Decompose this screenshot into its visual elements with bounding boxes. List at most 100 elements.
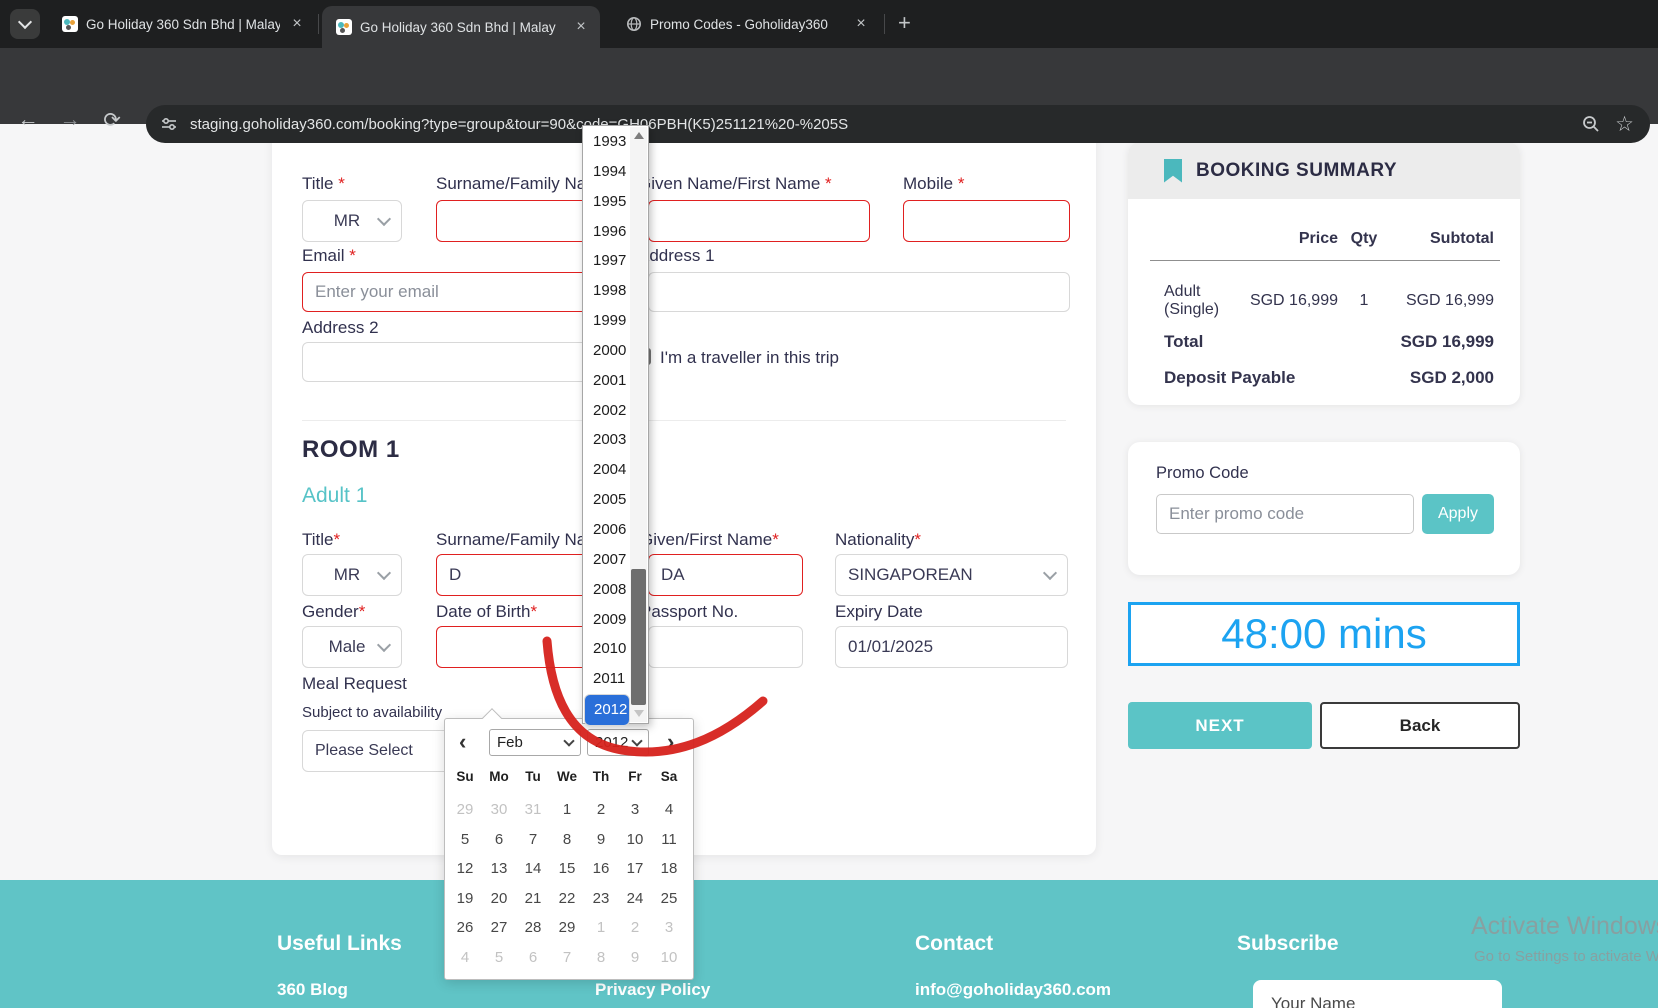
room-passport-input[interactable] <box>648 626 803 668</box>
calendar-day[interactable]: 11 <box>652 825 686 855</box>
calendar-day[interactable]: 9 <box>584 825 618 855</box>
next-button[interactable]: NEXT <box>1128 702 1312 749</box>
room-nationality-select[interactable]: SINGAPOREAN <box>835 554 1068 596</box>
year-option-2000[interactable]: 2000 <box>584 336 630 366</box>
calendar-day[interactable]: 26 <box>448 913 482 943</box>
close-icon[interactable]: × <box>852 15 870 33</box>
calendar-day[interactable]: 4 <box>652 795 686 825</box>
calendar-prev-icon[interactable]: ‹ <box>459 729 466 755</box>
calendar-day[interactable]: 17 <box>618 854 652 884</box>
year-option-2001[interactable]: 2001 <box>584 366 630 396</box>
calendar-day[interactable]: 9 <box>618 943 652 973</box>
close-icon[interactable]: × <box>572 18 590 36</box>
calendar-day[interactable]: 1 <box>584 913 618 943</box>
year-option-2005[interactable]: 2005 <box>584 485 630 515</box>
back-button[interactable]: Back <box>1320 702 1520 749</box>
year-option-1993[interactable]: 1993 <box>584 127 630 157</box>
calendar-day[interactable]: 15 <box>550 854 584 884</box>
calendar-day[interactable]: 13 <box>482 854 516 884</box>
year-option-2012[interactable]: 2012 <box>584 694 630 726</box>
contact-email-input[interactable] <box>302 272 628 312</box>
calendar-day[interactable]: 22 <box>550 884 584 914</box>
year-option-2011[interactable]: 2011 <box>584 664 630 694</box>
dropdown-scrollbar[interactable] <box>630 127 647 722</box>
calendar-day[interactable]: 4 <box>448 943 482 973</box>
scroll-up-icon[interactable] <box>630 127 647 144</box>
year-option-1999[interactable]: 1999 <box>584 306 630 336</box>
room-gender-select[interactable]: Male <box>302 626 402 668</box>
calendar-day[interactable]: 21 <box>516 884 550 914</box>
forward-icon[interactable]: → <box>56 108 84 132</box>
browser-tab-2-active[interactable]: Go Holiday 360 Sdn Bhd | Malay × <box>322 6 600 48</box>
year-option-1994[interactable]: 1994 <box>584 157 630 187</box>
zoom-icon[interactable] <box>1581 114 1601 134</box>
site-info-icon[interactable] <box>160 115 178 133</box>
contact-title-select[interactable]: MR <box>302 200 402 242</box>
calendar-day[interactable]: 8 <box>584 943 618 973</box>
room-expiry-input[interactable] <box>835 626 1068 668</box>
year-option-2007[interactable]: 2007 <box>584 545 630 575</box>
calendar-day[interactable]: 27 <box>482 913 516 943</box>
tab-search-button[interactable] <box>10 9 40 39</box>
calendar-day[interactable]: 2 <box>618 913 652 943</box>
year-option-2004[interactable]: 2004 <box>584 455 630 485</box>
calendar-next-icon[interactable]: › <box>667 729 674 755</box>
calendar-day[interactable]: 30 <box>482 795 516 825</box>
year-option-1997[interactable]: 1997 <box>584 246 630 276</box>
year-option-2008[interactable]: 2008 <box>584 575 630 605</box>
reload-icon[interactable]: ⟳ <box>98 108 126 133</box>
contact-mobile-input[interactable] <box>903 200 1070 242</box>
calendar-day[interactable]: 3 <box>652 913 686 943</box>
back-icon[interactable]: ← <box>14 108 42 132</box>
blog-link[interactable]: 360 Blog <box>277 980 348 1000</box>
calendar-day[interactable]: 6 <box>482 825 516 855</box>
calendar-day[interactable]: 7 <box>550 943 584 973</box>
promo-code-input[interactable] <box>1156 494 1414 534</box>
calendar-day[interactable]: 29 <box>448 795 482 825</box>
calendar-day[interactable]: 19 <box>448 884 482 914</box>
browser-tab-1[interactable]: Go Holiday 360 Sdn Bhd | Malay × <box>48 0 316 48</box>
calendar-day[interactable]: 14 <box>516 854 550 884</box>
room-title-select[interactable]: MR <box>302 554 402 596</box>
year-option-1995[interactable]: 1995 <box>584 187 630 217</box>
calendar-day[interactable]: 16 <box>584 854 618 884</box>
room-given-name-input[interactable] <box>648 554 803 596</box>
calendar-day[interactable]: 23 <box>584 884 618 914</box>
year-option-2010[interactable]: 2010 <box>584 634 630 664</box>
calendar-day[interactable]: 8 <box>550 825 584 855</box>
year-option-1996[interactable]: 1996 <box>584 217 630 247</box>
contact-address2-input[interactable] <box>302 342 628 382</box>
calendar-day[interactable]: 2 <box>584 795 618 825</box>
calendar-day[interactable]: 5 <box>482 943 516 973</box>
calendar-day[interactable]: 12 <box>448 854 482 884</box>
calendar-day[interactable]: 7 <box>516 825 550 855</box>
scrollbar-thumb[interactable] <box>631 569 646 705</box>
calendar-day[interactable]: 20 <box>482 884 516 914</box>
year-option-1998[interactable]: 1998 <box>584 276 630 306</box>
new-tab-button[interactable]: + <box>898 10 911 36</box>
year-option-2006[interactable]: 2006 <box>584 515 630 545</box>
close-icon[interactable]: × <box>288 15 306 33</box>
calendar-day[interactable]: 24 <box>618 884 652 914</box>
contact-address1-input[interactable] <box>648 272 1070 312</box>
calendar-day[interactable]: 31 <box>516 795 550 825</box>
contact-given-name-input[interactable] <box>648 200 870 242</box>
calendar-day[interactable]: 10 <box>618 825 652 855</box>
calendar-day[interactable]: 1 <box>550 795 584 825</box>
calendar-month-select[interactable]: Feb <box>489 729 581 756</box>
calendar-day[interactable]: 28 <box>516 913 550 943</box>
scroll-down-icon[interactable] <box>630 705 647 722</box>
calendar-day[interactable]: 10 <box>652 943 686 973</box>
calendar-day[interactable]: 29 <box>550 913 584 943</box>
calendar-day[interactable]: 25 <box>652 884 686 914</box>
url-bar[interactable]: staging.goholiday360.com/booking?type=gr… <box>146 105 1650 143</box>
calendar-day[interactable]: 5 <box>448 825 482 855</box>
subscribe-name-input[interactable]: Your Name <box>1253 980 1502 1008</box>
contact-email-link[interactable]: info@goholiday360.com <box>915 980 1111 1000</box>
apply-button[interactable]: Apply <box>1422 494 1494 534</box>
calendar-day[interactable]: 6 <box>516 943 550 973</box>
year-option-2003[interactable]: 2003 <box>584 425 630 455</box>
calendar-day[interactable]: 3 <box>618 795 652 825</box>
browser-tab-3[interactable]: Promo Codes - Goholiday360 × <box>612 0 880 48</box>
privacy-policy-link[interactable]: Privacy Policy <box>595 980 710 1000</box>
